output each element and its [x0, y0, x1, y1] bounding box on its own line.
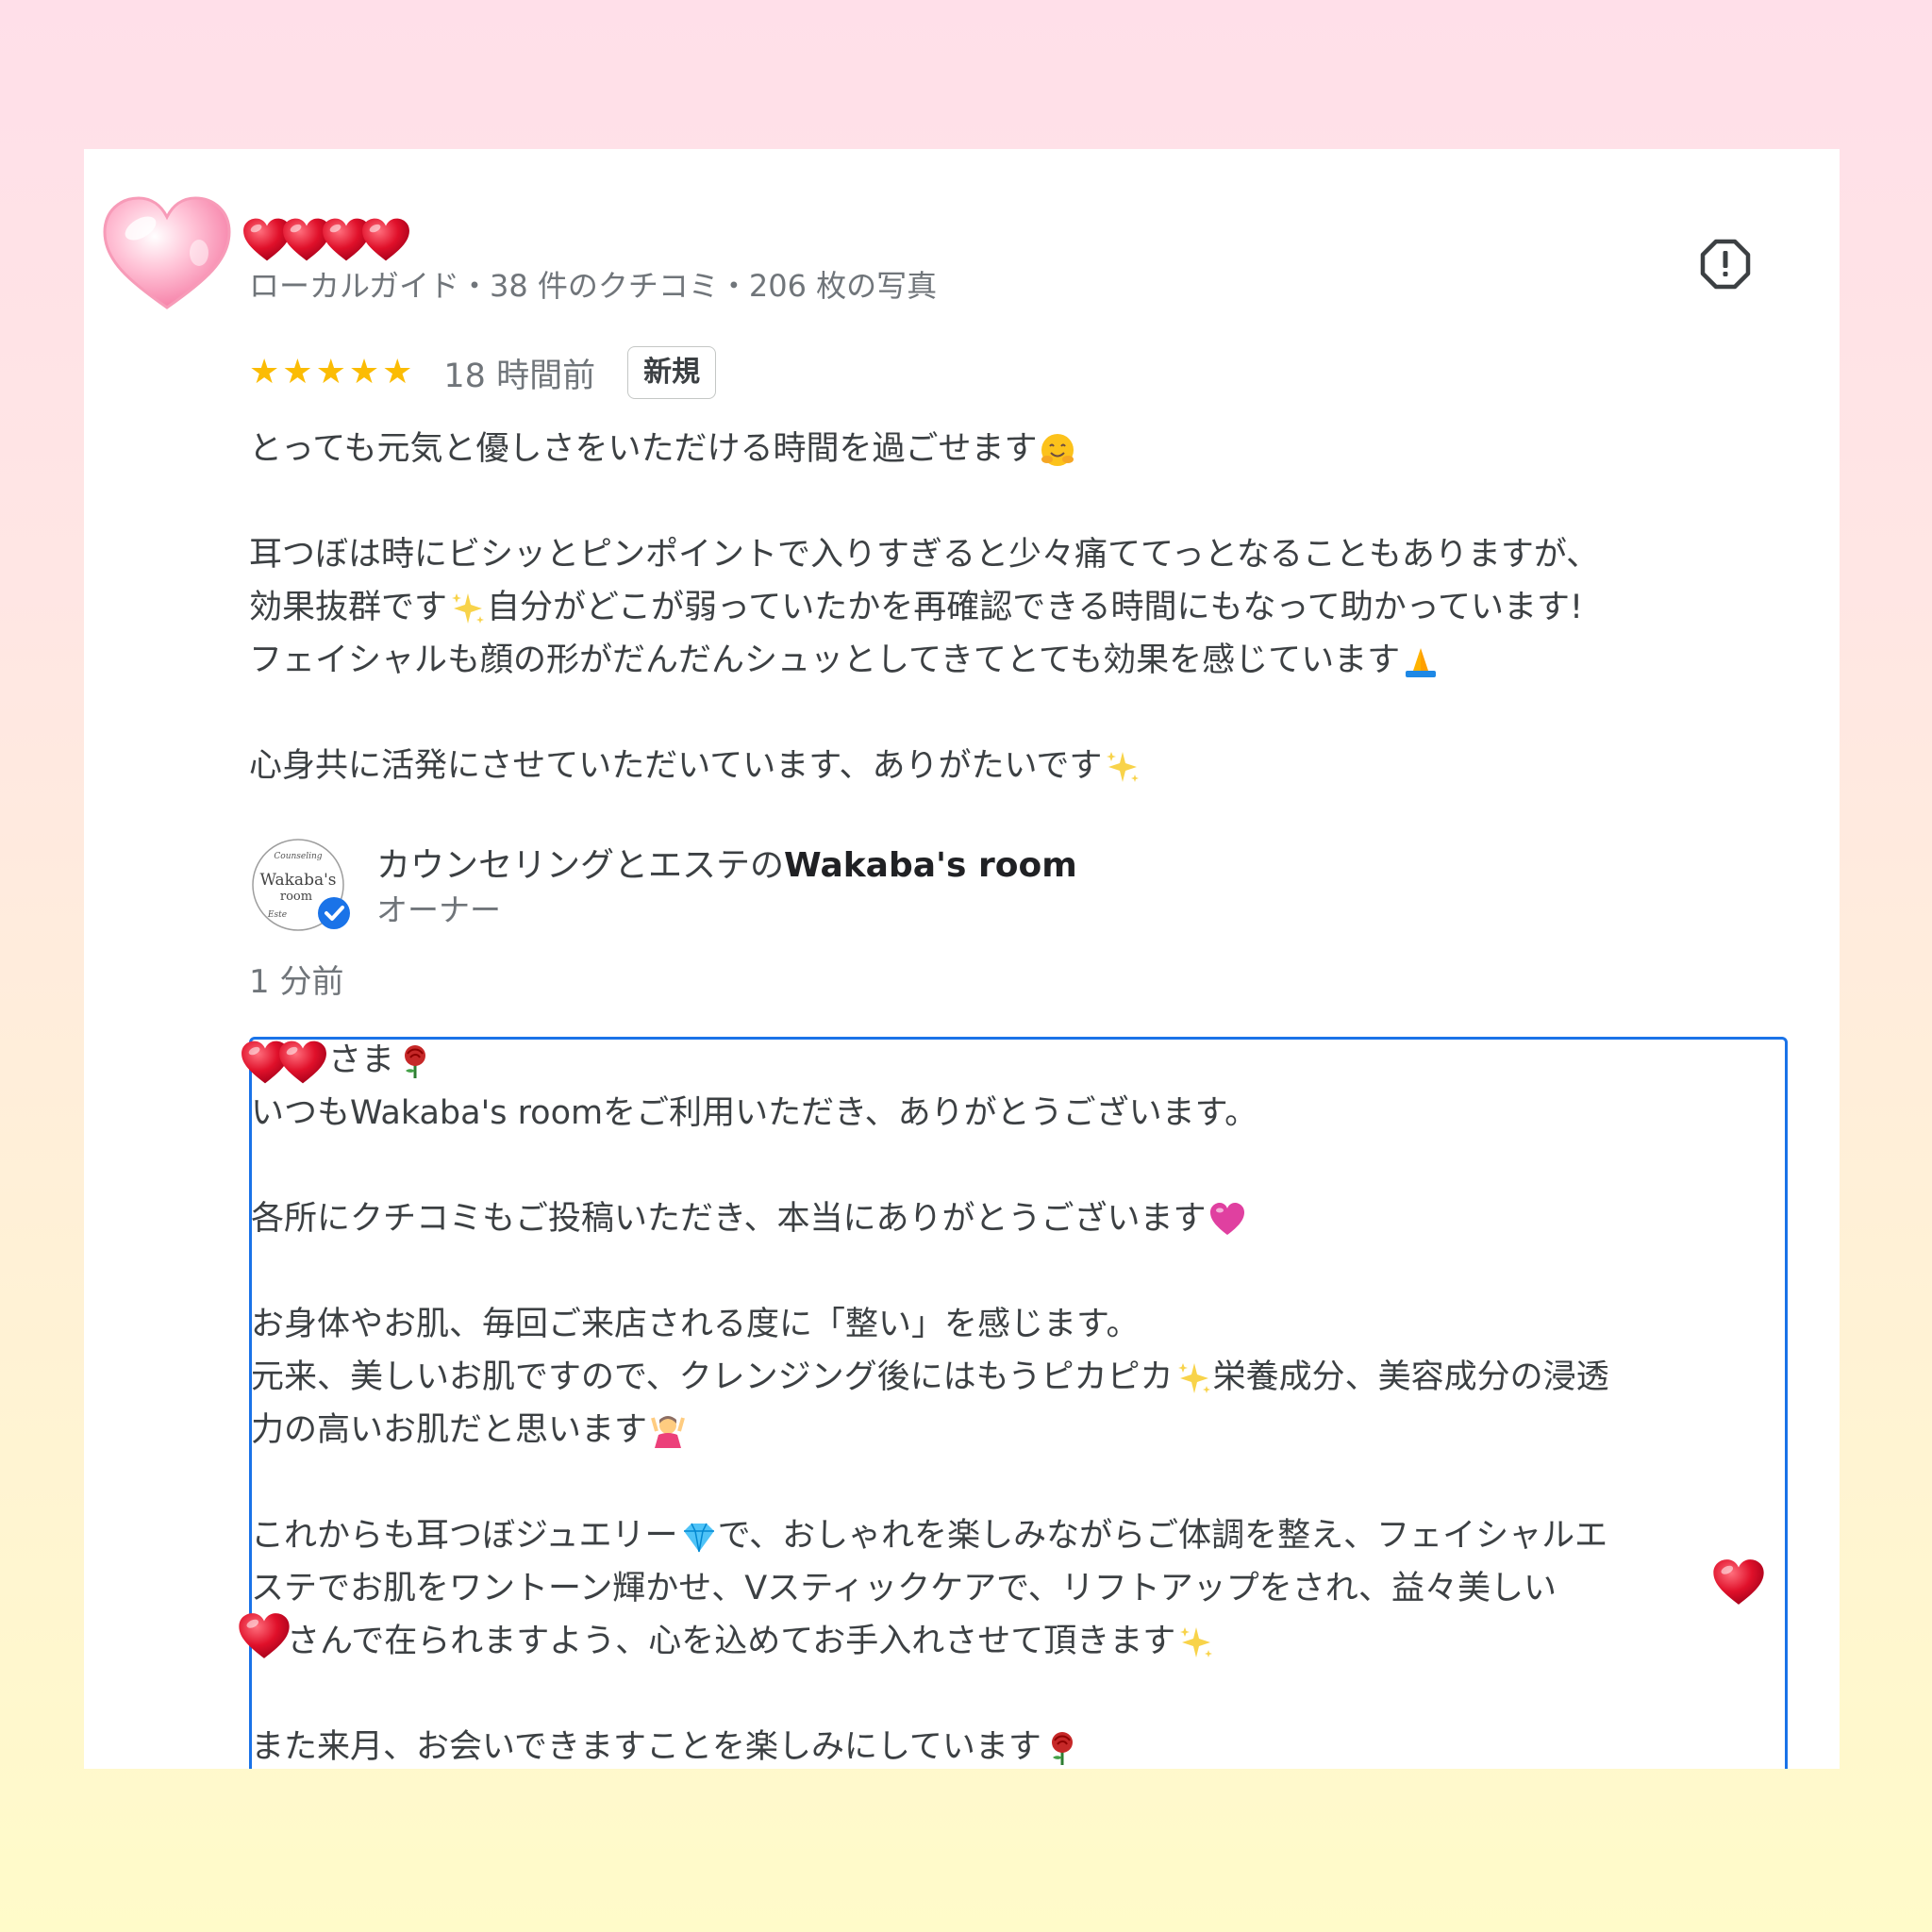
reply-line: 元来、美しいお肌ですので、クレンジング後にはもうピカピカ [251, 1358, 1174, 1396]
reply-line: ステでお肌をワントーン輝かせ、Vスティックケアで、リフトアップをされ、益々美しい [251, 1570, 1557, 1607]
star-icon: ★ [382, 353, 413, 391]
star-icon: ★ [315, 353, 346, 391]
reply-line: お身体やお肌、毎回ご来店される度に「整い」を感じます。 [251, 1306, 1140, 1343]
folded-hands-icon [1402, 642, 1440, 680]
sparkles-icon [1175, 1359, 1213, 1397]
review-line: 心身共に活発にさせていただいています、ありがたいです [249, 747, 1103, 785]
review-time: 18 時間前 [443, 357, 596, 395]
review-line: とっても元気と優しさをいただける時間を過ごせます [249, 430, 1038, 468]
review-card: ローカルガイド・38 件のクチコミ・206 枚の写真 ★ ★ ★ ★ ★ 18 … [84, 149, 1840, 1769]
reply-line: 栄養成分、美容成分の浸透 [1212, 1358, 1609, 1396]
star-icon: ★ [249, 353, 280, 391]
pink-heart-icon [1208, 1201, 1246, 1239]
rating-row: ★ ★ ★ ★ ★ 18 時間前 新規 [249, 342, 717, 403]
reply-line: これからも耳つぼジュエリー [251, 1517, 678, 1555]
reviewer-meta: ローカルガイド・38 件のクチコミ・206 枚の写真 [249, 268, 938, 304]
review-line: フェイシャルも顔の形がだんだんシュッとしてきてとても効果を感じています [249, 641, 1401, 679]
rose-icon [396, 1042, 434, 1080]
star-icon: ★ [282, 353, 313, 391]
heart-sticker-icon [1712, 1558, 1765, 1606]
reply-line: 各所にクチコミもご投稿いただき、本当にありがとうございます [251, 1200, 1207, 1238]
avatar[interactable] [101, 194, 233, 311]
hugging-face-icon [1039, 431, 1076, 469]
svg-text:room: room [280, 890, 312, 904]
verified-badge-icon [318, 897, 350, 929]
reply-line: で、おしゃれを楽しみながらご体調を整え、フェイシャルエ [717, 1517, 1608, 1555]
sparkles-icon [1177, 1624, 1215, 1661]
star-rating: ★ ★ ★ ★ ★ [249, 356, 415, 390]
review-line: 効果抜群です [249, 589, 448, 626]
sparkles-icon [1104, 748, 1141, 786]
heart-sticker-icon [278, 1040, 327, 1085]
reply-line: いつもWakaba's roomをご利用いただき、ありがとうございます。 [251, 1094, 1258, 1132]
new-badge: 新規 [627, 346, 717, 399]
reviewer-name-hearts[interactable] [242, 217, 401, 268]
reply-line: 力の高いお肌だと思います [251, 1411, 648, 1449]
gem-icon [680, 1518, 718, 1556]
svg-text:Counseling: Counseling [274, 852, 322, 861]
owner-role: オーナー [376, 891, 501, 928]
review-line: 耳つぼは時にビシッとピンポイントで入りすぎると少々痛ててっとなることもありますが… [249, 536, 1600, 574]
reply-line: さんで在られますよう、心を込めてお手入れさせて頂きます [287, 1623, 1176, 1660]
reply-line: また来月、お会いできますことを楽しみにしています [251, 1728, 1041, 1766]
woman-gesturing-icon [649, 1412, 687, 1450]
heart-sticker-icon [238, 1612, 291, 1659]
report-icon[interactable] [1699, 238, 1752, 291]
review-line: 自分がどこが弱っていたかを再確認できる時間にもなって助かっています! [487, 589, 1584, 626]
reply-line: さま [328, 1041, 395, 1079]
reply-text[interactable]: さま いつもWakaba's roomをご利用いただき、ありがとうございます。 … [251, 1034, 1798, 1769]
svg-text:Wakaba's: Wakaba's [260, 871, 337, 890]
star-icon: ★ [348, 353, 380, 391]
sparkles-icon [449, 590, 487, 627]
rose-icon [1043, 1729, 1081, 1767]
svg-text:Este: Este [267, 910, 287, 920]
review-text: とっても元気と優しさをいただける時間を過ごせます 耳つぼは時にビシッとピンポイン… [249, 423, 1796, 792]
heart-sticker-icon [361, 217, 410, 262]
owner-name[interactable]: カウンセリングとエステのWakaba's room [376, 838, 1077, 887]
reply-time: 1 分前 [249, 963, 344, 1001]
owner-logo[interactable]: Counseling Wakaba's room Este [249, 836, 353, 940]
